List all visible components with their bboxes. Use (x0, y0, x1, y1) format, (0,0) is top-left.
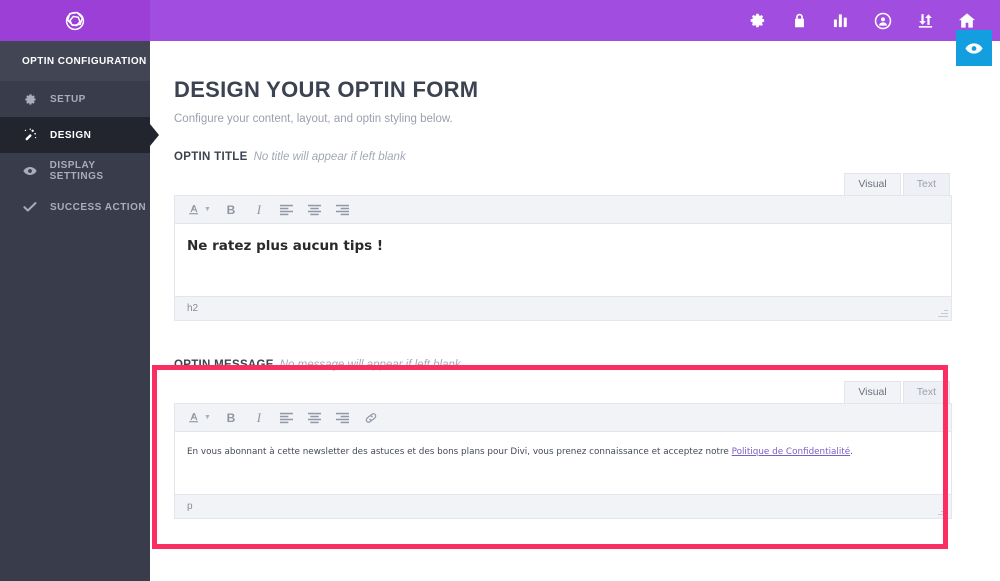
resize-handle[interactable] (938, 307, 948, 317)
optin-message-status-bar: p (175, 494, 951, 518)
link-icon[interactable] (360, 407, 382, 429)
optin-title-hint: No title will appear if left blank (253, 151, 406, 163)
sidebar-item-success-action[interactable]: SUCCESS ACTION (0, 189, 150, 225)
optin-message-editor-tabs: Visual Text (174, 381, 952, 403)
main-content: DESIGN YOUR OPTIN FORM Configure your co… (150, 41, 1000, 581)
bold-icon[interactable]: B (220, 199, 242, 221)
resize-handle[interactable] (938, 505, 948, 515)
optin-title-label: OPTIN TITLE (174, 151, 248, 163)
tab-text[interactable]: Text (902, 173, 950, 195)
sidebar-item-label: SETUP (50, 93, 86, 105)
optin-title-label-row: OPTIN TITLE No title will appear if left… (174, 151, 952, 163)
bold-icon[interactable]: B (220, 407, 242, 429)
align-center-icon[interactable] (304, 407, 326, 429)
sidebar-item-setup[interactable]: SETUP (0, 81, 150, 117)
bloom-optin-design-screen: OPTIN CONFIGURATION SETUP DESIGN DISPLAY… (0, 0, 1000, 581)
page-title: DESIGN YOUR OPTIN FORM (174, 77, 479, 102)
optin-message-text-before: En vous abonnant à cette newsletter des … (187, 447, 732, 457)
check-icon (22, 201, 38, 213)
optin-title-status-path: h2 (187, 303, 199, 314)
optin-message-text-after: . (850, 447, 853, 457)
top-bar (0, 0, 1000, 41)
italic-icon[interactable]: I (248, 199, 270, 221)
optin-title-section: OPTIN TITLE No title will appear if left… (174, 151, 952, 321)
optin-message-editor: Visual Text ▼ B I En vous abonnant à cet… (174, 381, 952, 519)
body: OPTIN CONFIGURATION SETUP DESIGN DISPLAY… (0, 41, 1000, 581)
align-left-icon[interactable] (276, 199, 298, 221)
optin-message-text: En vous abonnant à cette newsletter des … (187, 446, 939, 459)
sidebar-item-display-settings[interactable]: DISPLAY SETTINGS (0, 153, 150, 189)
align-right-icon[interactable] (332, 407, 354, 429)
bar-chart-icon[interactable] (830, 10, 852, 32)
optin-title-editor: Visual Text ▼ B I Ne ratez plus aucun ti… (174, 173, 952, 321)
optin-title-content-area[interactable]: Ne ratez plus aucun tips ! (175, 224, 951, 296)
import-export-icon[interactable] (914, 10, 936, 32)
privacy-policy-link[interactable]: Politique de Confidentialité (732, 447, 851, 457)
chevron-down-icon: ▼ (204, 414, 211, 421)
sidebar-filler (0, 225, 150, 581)
align-left-icon[interactable] (276, 407, 298, 429)
optin-title-status-bar: h2 (175, 296, 951, 320)
optin-message-hint: No message will appear if left blank (279, 359, 461, 371)
optin-title-toolbar: ▼ B I (175, 196, 951, 224)
lock-icon[interactable] (788, 10, 810, 32)
chevron-down-icon: ▼ (204, 206, 211, 213)
italic-icon[interactable]: I (248, 407, 270, 429)
sidebar-item-label: DESIGN (50, 129, 92, 141)
tab-visual[interactable]: Visual (844, 173, 901, 195)
optin-title-editor-tabs: Visual Text (174, 173, 952, 195)
tab-text[interactable]: Text (902, 381, 950, 403)
page-subtitle: Configure your content, layout, and opti… (174, 113, 453, 125)
gear-icon (22, 93, 38, 106)
optin-title-editor-box: ▼ B I Ne ratez plus aucun tips ! h2 (174, 195, 952, 321)
sidebar-item-label: SUCCESS ACTION (50, 201, 147, 213)
sidebar: OPTIN CONFIGURATION SETUP DESIGN DISPLAY… (0, 41, 150, 581)
text-color-icon[interactable]: ▼ (185, 407, 214, 429)
user-circle-icon[interactable] (872, 10, 894, 32)
home-icon[interactable] (956, 10, 978, 32)
bloom-logo[interactable] (0, 0, 150, 41)
optin-title-text: Ne ratez plus aucun tips ! (187, 238, 384, 254)
tab-visual[interactable]: Visual (844, 381, 901, 403)
eye-icon (22, 166, 38, 176)
sidebar-title: OPTIN CONFIGURATION (0, 41, 150, 81)
optin-message-status-path: p (187, 501, 193, 512)
optin-message-toolbar: ▼ B I (175, 404, 951, 432)
preview-button[interactable] (956, 30, 992, 66)
optin-message-content-area[interactable]: En vous abonnant à cette newsletter des … (175, 432, 951, 494)
optin-message-label: OPTIN MESSAGE (174, 359, 274, 371)
sidebar-item-design[interactable]: DESIGN (0, 117, 150, 153)
align-right-icon[interactable] (332, 199, 354, 221)
optin-message-label-row: OPTIN MESSAGE No message will appear if … (174, 359, 952, 371)
text-color-icon[interactable]: ▼ (185, 199, 214, 221)
magic-wand-icon (22, 128, 38, 142)
eye-icon (965, 42, 983, 54)
optin-message-editor-box: ▼ B I En vous abonnant à cette newslette… (174, 403, 952, 519)
align-center-icon[interactable] (304, 199, 326, 221)
gear-icon[interactable] (746, 10, 768, 32)
sidebar-item-label: DISPLAY SETTINGS (49, 160, 104, 182)
optin-message-section: OPTIN MESSAGE No message will appear if … (174, 359, 952, 519)
